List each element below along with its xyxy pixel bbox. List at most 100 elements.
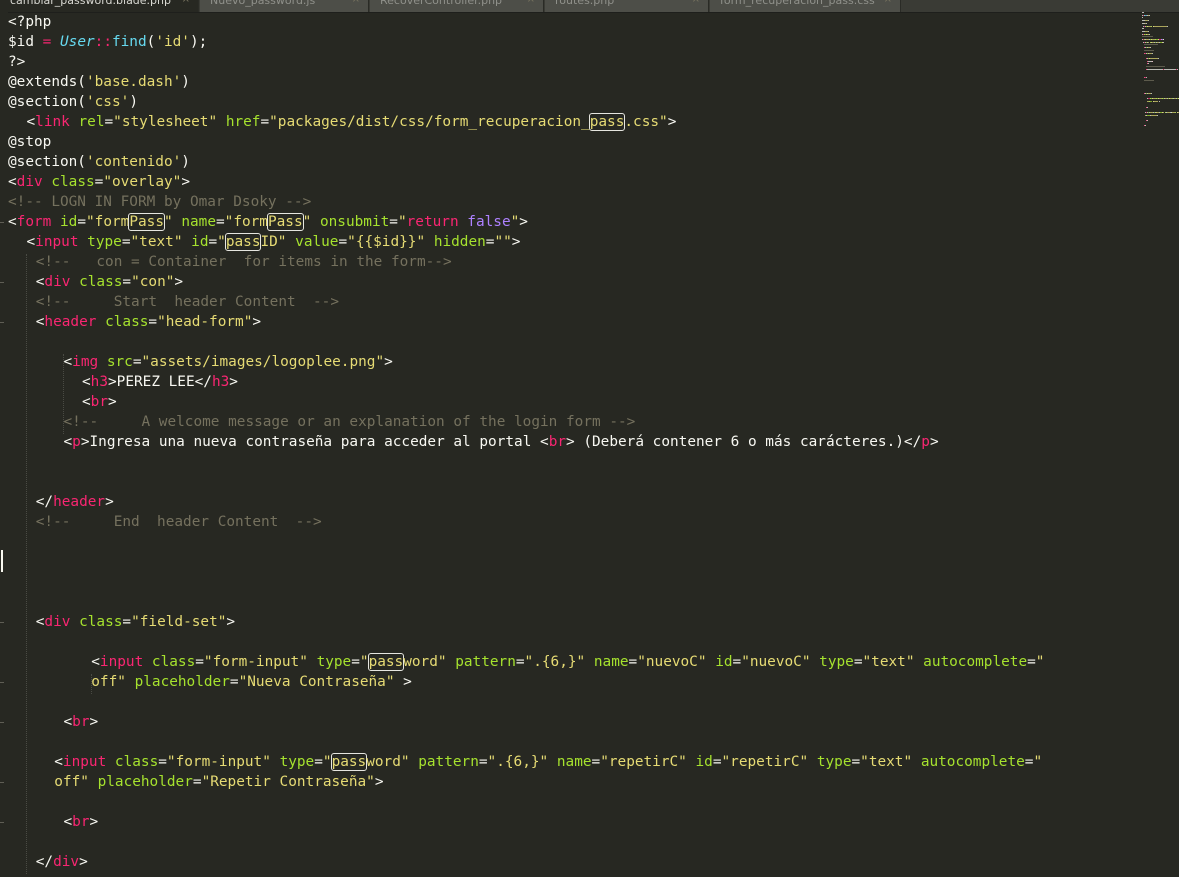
tab-0[interactable]: cambiar_password.blade.php ×	[0, 0, 199, 12]
code-token: <	[8, 174, 17, 190]
tab-3[interactable]: routes.php ×	[545, 0, 709, 12]
code-token: <!-- LOGN IN FORM by Omar Dsoky -->	[8, 194, 312, 210]
code-token: placeholder	[134, 674, 230, 690]
tab-close-icon[interactable]: ×	[692, 0, 700, 5]
code-line[interactable]: </header>	[36, 492, 114, 512]
code-token: "text"	[860, 754, 913, 770]
code-line[interactable]: <p>Ingresa una nueva contraseña para acc…	[64, 432, 939, 452]
text-cursor	[1, 550, 3, 572]
code-line[interactable]: <!-- A welcome message or an explanation…	[64, 412, 636, 432]
code-token: ".{6,}"	[487, 754, 549, 770]
code-token: "form	[86, 214, 130, 230]
fold-marker-icon[interactable]	[0, 782, 4, 783]
tab-close-icon[interactable]: ×	[352, 0, 360, 5]
code-token: >	[181, 174, 190, 190]
code-token: div	[16, 174, 43, 190]
code-line[interactable]: @stop	[8, 132, 51, 152]
fold-marker-icon[interactable]	[0, 622, 4, 623]
code-line[interactable]: @section('css')	[8, 92, 138, 112]
code-token: type	[819, 654, 854, 670]
tab-close-icon[interactable]: ×	[182, 0, 190, 5]
code-line[interactable]: @extends('base.dash')	[8, 72, 190, 92]
code-line[interactable]: <img src="assets/images/logoplee.png">	[64, 352, 393, 372]
fold-marker-icon[interactable]	[0, 722, 4, 723]
code-token: <!-- Start header Content -->	[35, 294, 339, 310]
code-line[interactable]: <header class="head-form">	[36, 312, 261, 332]
code-line[interactable]: off" placeholder="Repetir Contraseña">	[54, 772, 383, 792]
code-token: rel	[78, 114, 105, 130]
code-token: "overlay"	[103, 174, 182, 190]
code-line[interactable]: ?>	[8, 52, 25, 72]
code-token: "text"	[862, 654, 915, 670]
fold-marker-icon[interactable]	[0, 282, 4, 283]
minimap-mark	[1146, 76, 1147, 78]
fold-marker-icon[interactable]	[0, 222, 4, 223]
code-line[interactable]: <link rel="stylesheet" href="packages/di…	[27, 112, 676, 132]
code-line[interactable]: <!-- Start header Content -->	[36, 292, 339, 312]
code-token: link	[35, 114, 70, 130]
code-line[interactable]: $id = User::find('id');	[8, 32, 207, 52]
code-token: >	[929, 434, 939, 450]
code-token: header	[53, 494, 106, 510]
code-line[interactable]: <!-- con = Container for items in the fo…	[36, 252, 452, 272]
code-line[interactable]: <br>	[64, 812, 99, 832]
code-line[interactable]: <input class="form-input" type="password…	[91, 652, 1044, 672]
code-token: hidden	[433, 234, 486, 250]
code-token: return	[406, 214, 459, 230]
code-token: </	[35, 854, 54, 870]
code-line[interactable]: <div class="con">	[36, 272, 183, 292]
code-token: placeholder	[97, 774, 193, 790]
code-line[interactable]: <!-- End header Content -->	[36, 512, 322, 532]
tab-close-icon[interactable]: ×	[884, 0, 892, 5]
code-token: pattern	[418, 754, 479, 770]
tab-label: RecoverController.php	[380, 0, 503, 7]
code-line[interactable]: <input class="form-input" type="password…	[54, 752, 1042, 772]
code-line[interactable]: <div class="overlay">	[8, 172, 190, 192]
code-line[interactable]: <div class="field-set">	[36, 612, 235, 632]
code-area[interactable]: <?php$id = User::find('id'); ?> @extends('…	[8, 12, 1138, 877]
code-token: >	[384, 354, 393, 370]
code-line[interactable]: <form id="formPass" name="formPass" onsu…	[8, 212, 528, 232]
code-line[interactable]: off" placeholder="Nueva Contraseña" >	[91, 672, 412, 692]
code-token: );	[189, 34, 208, 50]
code-line[interactable]: </div>	[36, 852, 88, 872]
tab-close-icon[interactable]: ×	[527, 0, 535, 5]
code-token: =	[215, 214, 225, 230]
minimap-mark	[1146, 120, 1148, 121]
fold-marker-icon[interactable]	[0, 322, 4, 323]
code-token: href	[225, 114, 261, 130]
fold-marker-icon[interactable]	[0, 682, 4, 683]
tab-2[interactable]: RecoverController.php ×	[370, 0, 544, 12]
code-line[interactable]: <br>	[82, 392, 117, 412]
code-token: <	[91, 654, 100, 670]
search-match: pass	[367, 653, 405, 671]
tab-4[interactable]: form_recuperacion_pass.css ×	[710, 0, 901, 12]
code-line[interactable]: <h3>PEREZ LEE</h3>	[82, 372, 238, 392]
code-token: =	[1027, 654, 1036, 670]
code-line[interactable]: <br>	[64, 712, 99, 732]
minimap-mark	[1157, 57, 1159, 59]
code-line[interactable]: <input type="text" id="passID" value="{{…	[27, 232, 520, 252]
code-token: <?php	[8, 14, 52, 30]
code-token: id	[715, 654, 733, 670]
code-line[interactable]: <!-- LOGN IN FORM by Omar Dsoky -->	[8, 192, 311, 212]
fold-marker-icon[interactable]	[0, 822, 4, 823]
code-token: =	[104, 114, 114, 130]
minimap[interactable]	[1142, 12, 1179, 142]
code-token: =	[122, 274, 132, 290]
code-token: @extends(	[8, 74, 86, 90]
code-editor[interactable]: cambiar_password.blade.php×Nuevo_passwor…	[0, 0, 1179, 877]
code-token: @stop	[8, 134, 52, 150]
code-token: p	[72, 434, 81, 450]
tab-1[interactable]: Nuevo_password.js ×	[200, 0, 369, 12]
code-line[interactable]: <?php	[8, 12, 51, 32]
code-line[interactable]: @section('contenido')	[8, 152, 190, 172]
code-token: onsubmit	[319, 214, 390, 230]
code-token: "repetirC"	[721, 754, 809, 770]
